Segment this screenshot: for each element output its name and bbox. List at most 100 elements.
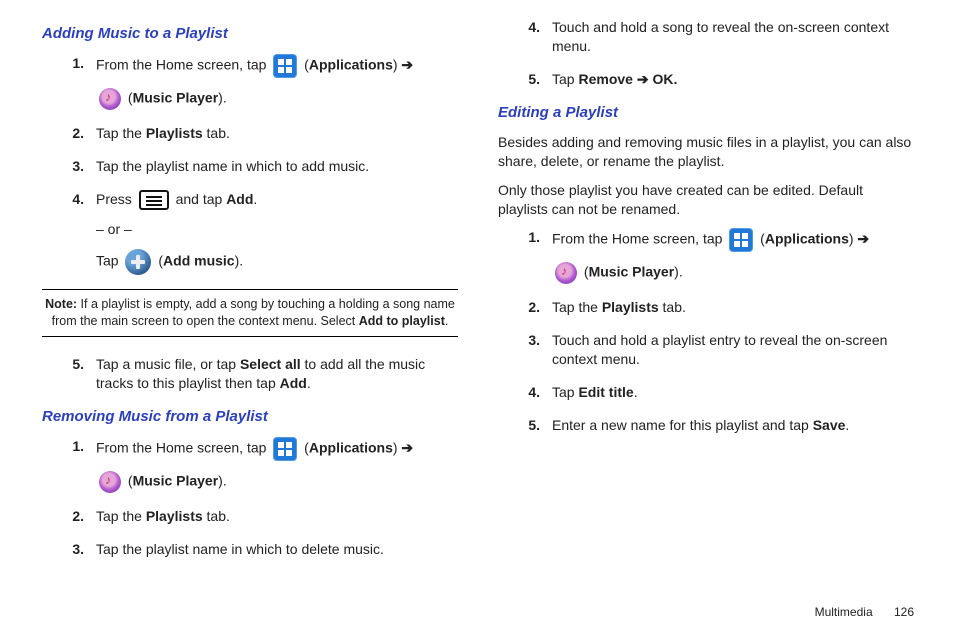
step-text: . bbox=[253, 191, 257, 207]
step-number: 1. bbox=[514, 228, 540, 247]
note-bold: Add to playlist bbox=[359, 314, 445, 328]
note-end: . bbox=[445, 314, 448, 328]
label-add-music: Add music bbox=[163, 253, 235, 269]
step-text: Press bbox=[96, 191, 136, 207]
step-number: 2. bbox=[58, 124, 84, 143]
step-number: 3. bbox=[514, 331, 540, 350]
step-text-line2: (Music Player). bbox=[552, 262, 914, 284]
step-number: 4. bbox=[514, 383, 540, 402]
label-playlists: Playlists bbox=[602, 299, 659, 315]
step-text: and tap bbox=[176, 191, 227, 207]
arrow-icon: ➔ bbox=[398, 440, 414, 456]
step-text: . bbox=[634, 384, 638, 400]
step-text: Tap a music file, or tap bbox=[96, 356, 240, 372]
label-applications: Applications bbox=[309, 440, 393, 456]
step-text-line2: (Music Player). bbox=[96, 88, 458, 110]
step-text: tab. bbox=[203, 125, 230, 141]
step-number: 3. bbox=[58, 157, 84, 176]
label-add: Add bbox=[226, 191, 253, 207]
list-item: 1. From the Home screen, tap (Applicatio… bbox=[546, 228, 914, 284]
or-line: – or – bbox=[96, 220, 458, 239]
menu-icon bbox=[139, 190, 169, 210]
step-text: Tap the playlist name in which to delete… bbox=[96, 541, 384, 557]
step-text: Enter a new name for this playlist and t… bbox=[552, 417, 813, 433]
list-item: 5. Tap Remove ➔ OK. bbox=[546, 70, 914, 89]
step-number: 4. bbox=[514, 18, 540, 37]
step-text: Tap the bbox=[96, 125, 146, 141]
list-adding-music: 1. From the Home screen, tap (Applicatio… bbox=[42, 54, 458, 275]
list-item: 2. Tap the Playlists tab. bbox=[90, 507, 458, 526]
step-text: Tap bbox=[552, 71, 578, 87]
step-text: Touch and hold a song to reveal the on-s… bbox=[552, 19, 889, 54]
label-playlists: Playlists bbox=[146, 125, 203, 141]
label-music-player: Music Player bbox=[133, 473, 219, 489]
step-number: 2. bbox=[514, 298, 540, 317]
note-label: Note: bbox=[45, 297, 77, 311]
list-item: 2. Tap the Playlists tab. bbox=[546, 298, 914, 317]
heading-editing-playlist: Editing a Playlist bbox=[498, 103, 914, 123]
step-text: . bbox=[307, 375, 311, 391]
step-number: 1. bbox=[58, 437, 84, 456]
label-save: Save bbox=[813, 417, 846, 433]
list-item: 5. Enter a new name for this playlist an… bbox=[546, 416, 914, 435]
music-player-icon bbox=[99, 88, 121, 110]
note-block: Note: If a playlist is empty, add a song… bbox=[42, 289, 458, 337]
label-add: Add bbox=[280, 375, 307, 391]
list-removing-music: 1. From the Home screen, tap (Applicatio… bbox=[42, 437, 458, 559]
step-text: From the Home screen, tap bbox=[552, 231, 726, 247]
step-text: tab. bbox=[659, 299, 686, 315]
step-text: tab. bbox=[203, 508, 230, 524]
right-column: 4. Touch and hold a song to reveal the o… bbox=[498, 18, 914, 573]
step-text: Touch and hold a playlist entry to revea… bbox=[552, 332, 887, 367]
music-player-icon bbox=[99, 471, 121, 493]
step-number: 5. bbox=[58, 355, 84, 374]
label-music-player: Music Player bbox=[133, 90, 219, 106]
music-player-icon bbox=[555, 262, 577, 284]
list-item: 3. Tap the playlist name in which to add… bbox=[90, 157, 458, 176]
left-column: Adding Music to a Playlist 1. From the H… bbox=[42, 18, 458, 573]
footer-section: Multimedia bbox=[815, 605, 873, 619]
step-text: Tap the bbox=[552, 299, 602, 315]
step-text: Tap bbox=[552, 384, 578, 400]
step-number: 5. bbox=[514, 70, 540, 89]
arrow-icon: ➔ bbox=[854, 231, 870, 247]
list-item: 1. From the Home screen, tap (Applicatio… bbox=[90, 437, 458, 493]
label-applications: Applications bbox=[309, 57, 393, 73]
step-number: 1. bbox=[58, 54, 84, 73]
step-text: . bbox=[845, 417, 849, 433]
list-removing-music-cont: 4. Touch and hold a song to reveal the o… bbox=[498, 18, 914, 89]
list-item: 3. Tap the playlist name in which to del… bbox=[90, 540, 458, 559]
list-item: 2. Tap the Playlists tab. bbox=[90, 124, 458, 143]
step-text: From the Home screen, tap bbox=[96, 440, 270, 456]
label-edit-title: Edit title bbox=[578, 384, 633, 400]
heading-adding-music: Adding Music to a Playlist bbox=[42, 24, 458, 44]
list-item: 5. Tap a music file, or tap Select all t… bbox=[90, 355, 458, 393]
list-editing-playlist: 1. From the Home screen, tap (Applicatio… bbox=[498, 228, 914, 434]
step-text: Tap the playlist name in which to add mu… bbox=[96, 158, 369, 174]
heading-removing-music: Removing Music from a Playlist bbox=[42, 407, 458, 427]
label-applications: Applications bbox=[765, 231, 849, 247]
list-item: 4. Press and tap Add. – or – Tap (Add mu… bbox=[90, 190, 458, 275]
label-playlists: Playlists bbox=[146, 508, 203, 524]
step-number: 2. bbox=[58, 507, 84, 526]
applications-icon bbox=[729, 228, 753, 252]
editing-intro-1: Besides adding and removing music files … bbox=[498, 133, 914, 171]
add-music-icon bbox=[125, 249, 151, 275]
label-select-all: Select all bbox=[240, 356, 301, 372]
step-number: 5. bbox=[514, 416, 540, 435]
step-text: Tap bbox=[96, 253, 122, 269]
label-remove-ok: Remove ➔ OK. bbox=[578, 71, 677, 87]
applications-icon bbox=[273, 54, 297, 78]
list-item: 3. Touch and hold a playlist entry to re… bbox=[546, 331, 914, 369]
step-text-line2: (Music Player). bbox=[96, 471, 458, 493]
list-adding-music-cont: 5. Tap a music file, or tap Select all t… bbox=[42, 355, 458, 393]
page-number: 126 bbox=[894, 605, 914, 619]
step-text: From the Home screen, tap bbox=[96, 57, 270, 73]
arrow-icon: ➔ bbox=[398, 57, 414, 73]
page-body: Adding Music to a Playlist 1. From the H… bbox=[0, 0, 954, 621]
page-footer: Multimedia 126 bbox=[815, 604, 914, 620]
step-text: Tap the bbox=[96, 508, 146, 524]
list-item: 4. Touch and hold a song to reveal the o… bbox=[546, 18, 914, 56]
applications-icon bbox=[273, 437, 297, 461]
label-music-player: Music Player bbox=[589, 264, 675, 280]
